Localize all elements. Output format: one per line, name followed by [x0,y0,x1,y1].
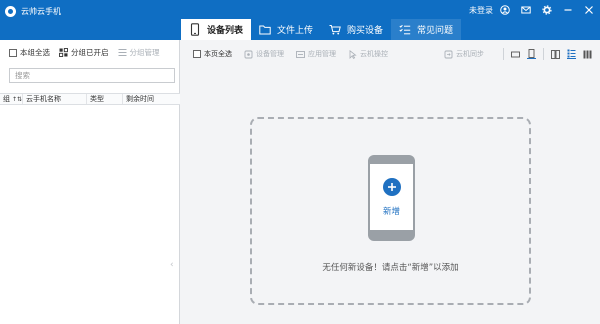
column-header-type[interactable]: 类型 [87,94,123,104]
app-title: 云帅云手机 [5,4,61,18]
app-manage-button[interactable]: 应用管理 [296,49,336,59]
column-header-group[interactable]: 组 ↑⇅ [0,94,23,104]
toolbar-divider [543,48,544,60]
login-status[interactable]: 未登录 [469,5,493,16]
select-page-all-label: 本页全选 [204,50,232,58]
grid-small-view-icon[interactable] [583,50,592,59]
tab-label: 文件上传 [277,26,314,36]
mail-icon[interactable] [520,5,531,16]
right-toolbar: 本页全选 设备管理 应用管理 云机操控 云机同步 [181,40,600,68]
user-icon[interactable] [499,5,510,16]
device-list-panel: 本页全选 设备管理 应用管理 云机操控 云机同步 新增 无任何新设备！请点击“新… [181,40,600,324]
pointer-icon [348,49,357,59]
list-view-icon[interactable] [567,49,576,59]
column-header-expire[interactable]: 剩余时间 [123,94,180,104]
tab-label: 购买设备 [347,26,384,36]
empty-message: 无任何新设备！请点击“新增”以添加 [322,263,459,273]
column-header-name[interactable]: 云手机名称 [23,94,87,104]
device-screen: 新增 [370,164,413,230]
group-open-label: 分组已开启 [71,48,109,57]
minimize-icon[interactable] [562,5,573,16]
device-group-panel: 本组全选 分组已开启 分组管理 组 ↑⇅ 云手机名称 类型 剩余时间 [0,40,180,324]
empty-state: 新增 无任何新设备！请点击“新增”以添加 [250,117,531,305]
cloud-sync-label: 云机同步 [456,50,484,58]
grid-large-view-icon[interactable] [551,49,560,59]
tab-buy-device[interactable]: 购买设备 [321,19,391,40]
select-group-all-label: 本组全选 [20,48,50,57]
tab-label: 设备列表 [207,26,244,36]
tab-faq[interactable]: 常见问题 [391,19,462,40]
group-manage-button[interactable]: 分组管理 [118,47,160,58]
tab-device-list[interactable]: 设备列表 [181,19,252,40]
window-controls: 未登录 [469,3,594,17]
column-expire-label: 剩余时间 [126,95,154,103]
group-icon [59,48,68,57]
column-group-label: 组 [3,95,10,103]
cloud-action-button[interactable]: 云机操控 [348,49,388,59]
add-device-label[interactable]: 新增 [370,205,413,217]
checkbox-icon[interactable] [9,48,17,57]
faq-list-icon [399,23,411,36]
title-bar: 云帅云手机 未登录 设备列表 文件上传 购买设备 常见问题 [0,0,600,40]
collapse-panel-icon[interactable]: ‹ [170,260,174,270]
list-manage-icon [118,48,127,57]
column-name-label: 云手机名称 [26,95,61,103]
portrait-view-icon[interactable] [527,49,536,59]
close-icon[interactable] [583,5,594,16]
folder-icon [259,23,271,36]
device-manage-icon [244,50,253,59]
select-page-all-checkbox[interactable]: 本页全选 [193,49,232,59]
cart-icon [329,23,341,36]
add-device-card[interactable]: 新增 [368,155,415,241]
app-logo-icon [5,5,16,17]
search-input[interactable] [9,68,175,83]
cloud-action-label: 云机操控 [360,50,388,58]
sync-icon [444,50,453,59]
column-type-label: 类型 [90,95,104,103]
select-group-all-checkbox[interactable]: 本组全选 [9,47,50,58]
toolbar-divider [503,48,504,60]
app-manage-label: 应用管理 [308,50,336,58]
plus-icon[interactable] [383,178,401,196]
cloud-sync-button[interactable]: 云机同步 [444,49,484,59]
apk-icon [296,50,305,59]
landscape-view-icon[interactable] [511,50,520,59]
device-list-header: 组 ↑⇅ 云手机名称 类型 剩余时间 [0,93,180,105]
view-options: 云机同步 [444,48,592,60]
group-manage-label: 分组管理 [129,48,160,57]
checkbox-icon[interactable] [193,50,201,58]
device-manage-button[interactable]: 设备管理 [244,49,284,59]
left-toolbar: 本组全选 分组已开启 分组管理 [0,40,180,65]
main-tabs: 设备列表 文件上传 购买设备 常见问题 [181,19,462,40]
tab-label: 常见问题 [417,26,454,36]
device-manage-label: 设备管理 [256,50,284,58]
phone-icon [189,23,201,36]
group-open-toggle[interactable]: 分组已开启 [59,47,109,58]
tab-file-upload[interactable]: 文件上传 [251,19,321,40]
app-title-text: 云帅云手机 [21,6,61,16]
sort-icon: ↑⇅ [12,95,23,103]
gear-icon[interactable] [541,5,552,16]
